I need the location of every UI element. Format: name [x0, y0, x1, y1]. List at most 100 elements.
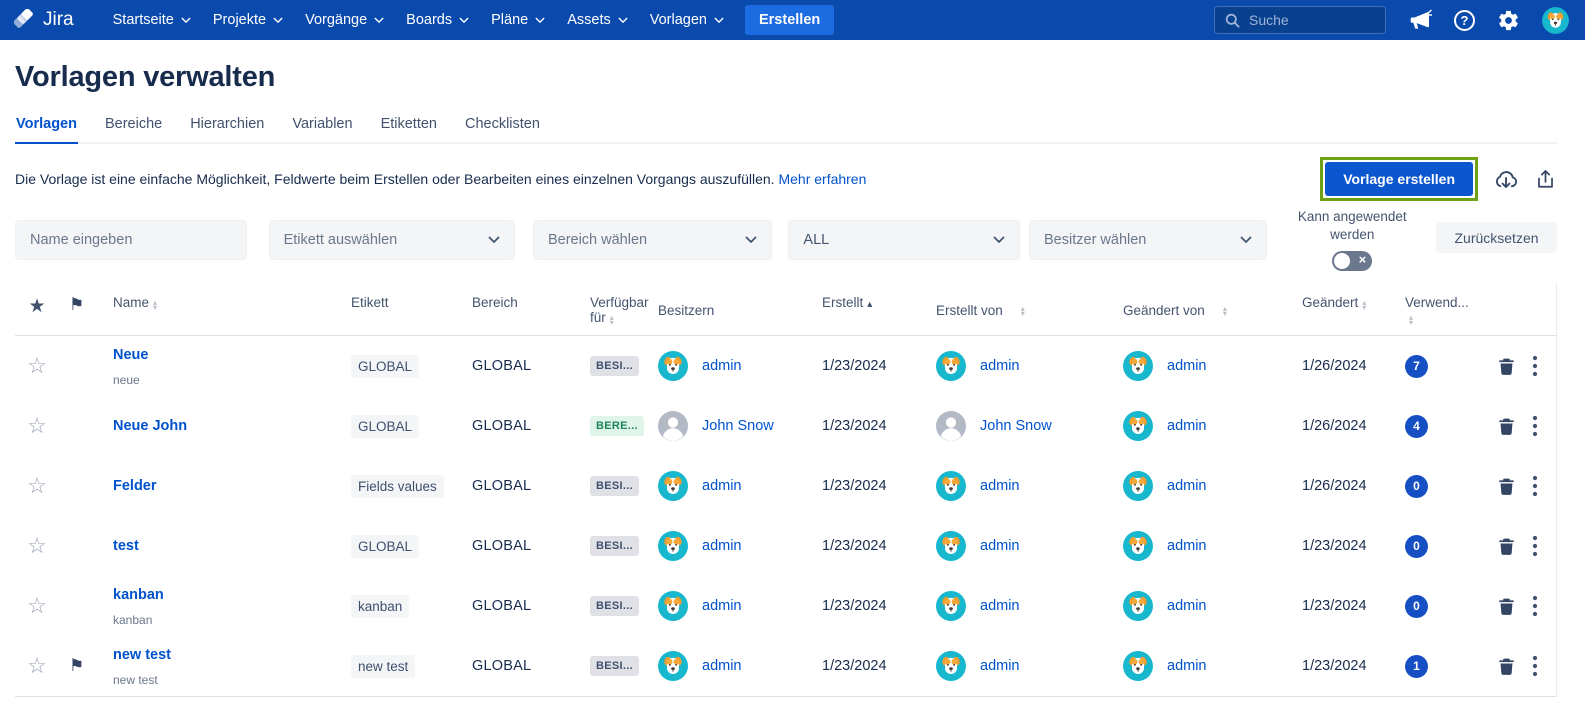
tab-bereiche[interactable]: Bereiche [104, 110, 163, 144]
header-available-for[interactable]: Verfügbar für▴▾ [576, 295, 640, 325]
name-filter[interactable] [15, 220, 247, 260]
scope-value: GLOBAL [462, 538, 576, 554]
header-name[interactable]: Name▴▾ [99, 295, 341, 325]
owner-filter-select[interactable]: Besitzer wählen [1029, 220, 1267, 260]
template-name-link[interactable]: new test [113, 647, 171, 663]
user-link[interactable]: admin [980, 358, 1020, 374]
header-usage[interactable]: Verwend...▴▾ [1384, 295, 1472, 325]
tab-hierarchien[interactable]: Hierarchien [189, 110, 265, 144]
user-link[interactable]: admin [980, 478, 1020, 494]
nav-item-boards[interactable]: Boards [395, 0, 480, 40]
tab-variablen[interactable]: Variablen [291, 110, 353, 144]
favorite-column-icon[interactable]: ★ [28, 296, 45, 317]
user-link[interactable]: admin [702, 538, 742, 554]
nav-item-pläne[interactable]: Pläne [480, 0, 556, 40]
can-apply-toggle[interactable]: × [1332, 251, 1372, 271]
delete-template-button[interactable] [1496, 596, 1517, 617]
user-link[interactable]: admin [1167, 598, 1207, 614]
user-link[interactable]: admin [1167, 538, 1207, 554]
favorite-star-icon[interactable]: ☆ [27, 415, 47, 437]
create-issue-button[interactable]: Erstellen [745, 5, 834, 35]
label-filter-select[interactable]: Etikett auswählen [269, 220, 515, 260]
usage-badge[interactable]: 0 [1405, 535, 1428, 558]
user-link[interactable]: admin [1167, 358, 1207, 374]
delete-template-button[interactable] [1496, 536, 1517, 557]
header-modified-by[interactable]: Geändert von▴▾ [1094, 295, 1272, 325]
usage-badge[interactable]: 0 [1405, 595, 1428, 618]
tab-vorlagen[interactable]: Vorlagen [15, 110, 78, 144]
template-name-link[interactable]: test [113, 538, 139, 554]
header-modified[interactable]: Geändert▴▾ [1272, 295, 1384, 325]
header-created[interactable]: Erstellt▴ [802, 295, 908, 325]
user-link[interactable]: admin [1167, 418, 1207, 434]
nav-item-vorlagen[interactable]: Vorlagen [639, 0, 735, 40]
user-link[interactable]: admin [702, 358, 742, 374]
row-actions-menu-button[interactable] [1532, 475, 1538, 497]
user-link[interactable]: admin [980, 598, 1020, 614]
scope-filter-select[interactable]: Bereich wählen [533, 220, 772, 260]
available-for-chip: BERE... [590, 416, 644, 436]
favorite-star-icon[interactable]: ☆ [27, 655, 47, 677]
template-subtext: neue [113, 373, 341, 387]
delete-template-button[interactable] [1496, 416, 1517, 437]
nav-item-vorgänge[interactable]: Vorgänge [294, 0, 395, 40]
user-link[interactable]: admin [980, 538, 1020, 554]
user-link[interactable]: admin [702, 658, 742, 674]
user-link[interactable]: admin [702, 598, 742, 614]
user-link[interactable]: John Snow [702, 418, 774, 434]
row-actions-menu-button[interactable] [1532, 595, 1538, 617]
help-button[interactable]: ? [1454, 10, 1475, 31]
row-actions-menu-button[interactable] [1532, 415, 1538, 437]
sort-icon: ▴▾ [153, 300, 157, 310]
question-icon: ? [1454, 10, 1475, 31]
nav-item-label: Vorlagen [650, 12, 707, 28]
template-name-link[interactable]: kanban [113, 587, 164, 603]
settings-button[interactable] [1497, 9, 1520, 32]
jira-logo-icon [14, 9, 36, 31]
template-name-link[interactable]: Neue John [113, 418, 187, 434]
nav-item-assets[interactable]: Assets [556, 0, 639, 40]
search-input[interactable] [1249, 12, 1359, 28]
announcements-button[interactable] [1408, 8, 1432, 32]
user-link[interactable]: admin [1167, 658, 1207, 674]
chevron-down-icon [1240, 236, 1252, 244]
nav-item-startseite[interactable]: Startseite [102, 0, 202, 40]
applicable-filter-select[interactable]: ALL [788, 220, 1020, 260]
learn-more-link[interactable]: Mehr erfahren [778, 171, 866, 187]
header-created-by[interactable]: Erstellt von▴▾ [908, 295, 1094, 325]
template-name-link[interactable]: Neue [113, 347, 148, 363]
global-search[interactable] [1214, 6, 1386, 34]
user-link[interactable]: admin [1167, 478, 1207, 494]
tab-etiketten[interactable]: Etiketten [380, 110, 438, 144]
row-actions-menu-button[interactable] [1532, 655, 1538, 677]
usage-badge[interactable]: 1 [1405, 655, 1428, 678]
delete-template-button[interactable] [1496, 656, 1517, 677]
user-link[interactable]: admin [980, 658, 1020, 674]
name-filter-input[interactable] [30, 232, 232, 248]
export-templates-button[interactable] [1534, 168, 1557, 191]
jira-logo[interactable]: Jira [14, 9, 74, 31]
favorite-star-icon[interactable]: ☆ [27, 535, 47, 557]
user-link[interactable]: admin [702, 478, 742, 494]
nav-item-projekte[interactable]: Projekte [202, 0, 294, 40]
highlight-box: Vorlage erstellen [1320, 157, 1478, 201]
nav-item-label: Assets [567, 12, 611, 28]
create-template-button[interactable]: Vorlage erstellen [1325, 162, 1473, 196]
usage-badge[interactable]: 4 [1405, 415, 1428, 438]
delete-template-button[interactable] [1496, 476, 1517, 497]
row-actions-menu-button[interactable] [1532, 355, 1538, 377]
favorite-star-icon[interactable]: ☆ [27, 595, 47, 617]
row-actions-menu-button[interactable] [1532, 535, 1538, 557]
favorite-star-icon[interactable]: ☆ [27, 355, 47, 377]
usage-badge[interactable]: 7 [1405, 355, 1428, 378]
template-name-link[interactable]: Felder [113, 478, 157, 494]
tab-checklisten[interactable]: Checklisten [464, 110, 541, 144]
usage-badge[interactable]: 0 [1405, 475, 1428, 498]
delete-template-button[interactable] [1496, 356, 1517, 377]
user-avatar-button[interactable] [1542, 7, 1569, 34]
flag-column-icon[interactable]: ⚑ [69, 295, 84, 314]
reset-filters-button[interactable]: Zurücksetzen [1436, 222, 1557, 253]
user-link[interactable]: John Snow [980, 418, 1052, 434]
import-templates-button[interactable] [1493, 166, 1519, 192]
favorite-star-icon[interactable]: ☆ [27, 475, 47, 497]
